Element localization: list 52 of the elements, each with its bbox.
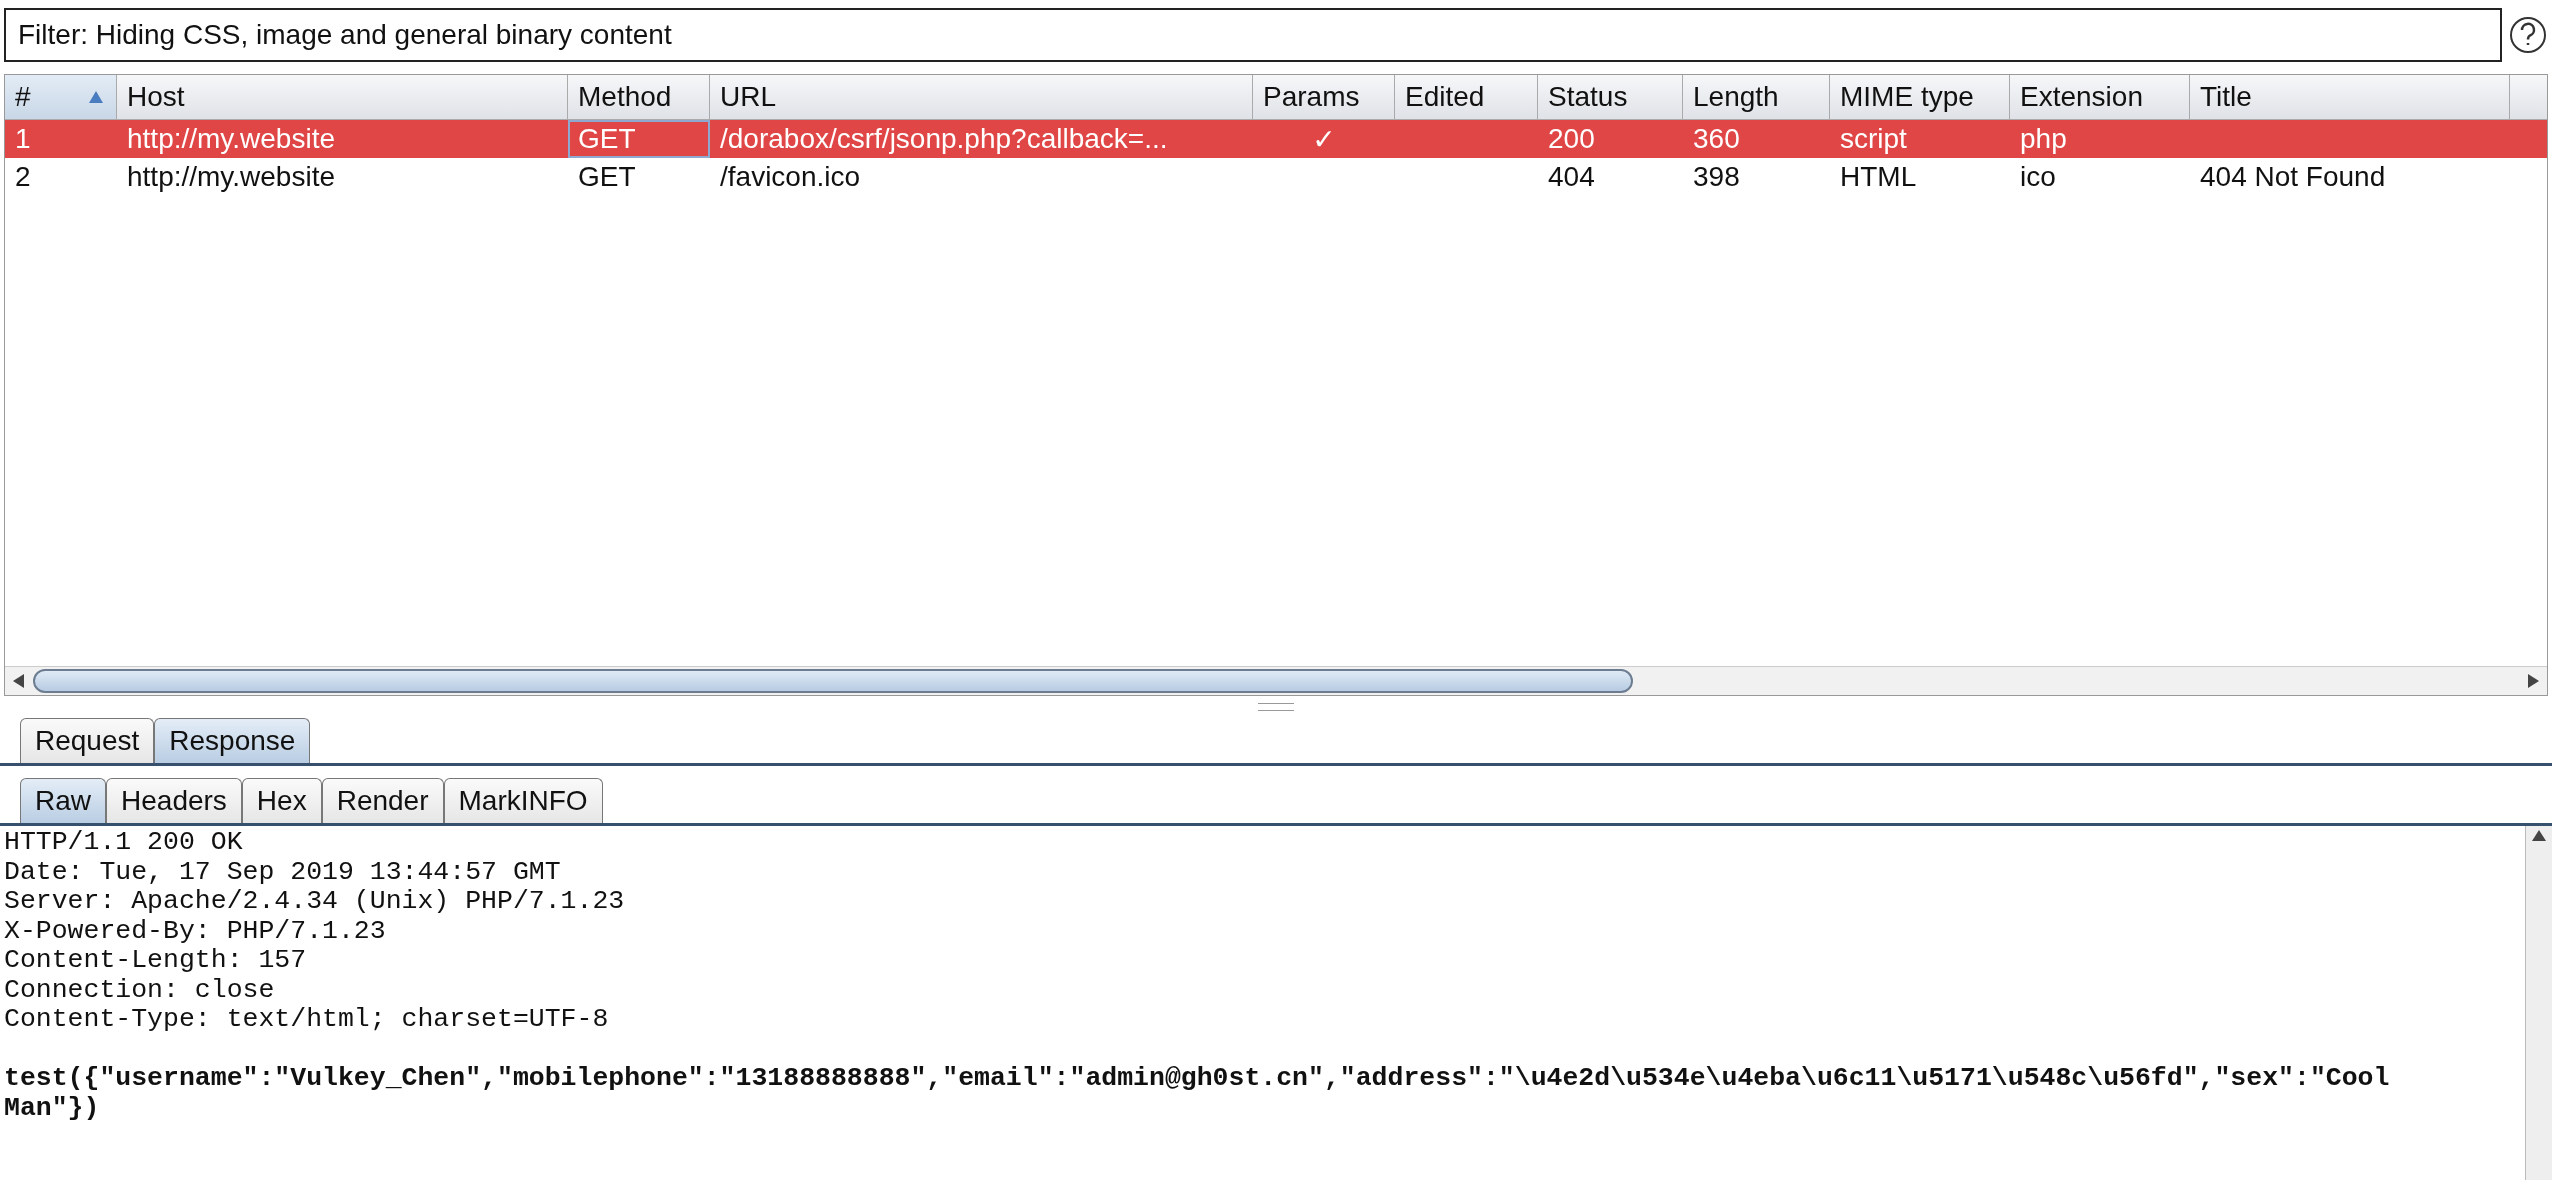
tab[interactable]: Render (321, 778, 444, 823)
column-header[interactable]: Host (117, 75, 568, 119)
table-cell-text: HTML (1839, 160, 1918, 194)
tab[interactable]: Response (154, 718, 311, 763)
table-cell-text: http://my.website (126, 160, 336, 194)
column-header[interactable]: Params (1253, 75, 1395, 119)
column-header[interactable]: URL (710, 75, 1253, 119)
table-cell-text: /dorabox/csrf/jsonp.php?callback=... (719, 122, 1169, 156)
table-cell-text: /favicon.ico (719, 160, 862, 194)
response-header-line: Date: Tue, 17 Sep 2019 13:44:57 GMT (4, 857, 562, 887)
column-header[interactable]: MIME type (1830, 75, 2010, 119)
filter-bar[interactable]: Filter: Hiding CSS, image and general binary content (4, 8, 2502, 62)
request-row[interactable]: 1 http://my.website GET /dorabox/csrf/jsonp.php?callback=... ✓ 200 360 script php (5, 120, 2547, 158)
table-cell-text: 360 (1692, 122, 1741, 156)
sort-up-icon (88, 90, 104, 104)
table-cell-text: 404 (1547, 160, 1596, 194)
column-header[interactable]: Length (1683, 75, 1830, 119)
table-cell-text: script (1839, 122, 1908, 156)
tab[interactable]: Headers (106, 778, 242, 823)
column-header[interactable]: Extension (2010, 75, 2190, 119)
help-icon[interactable] (2508, 15, 2548, 55)
scrollbar-thumb[interactable] (33, 669, 1633, 693)
table-cell-text: 200 (1547, 122, 1596, 156)
table-cell-text: 1 (14, 122, 32, 156)
horizontal-scrollbar[interactable] (5, 666, 2547, 695)
tab[interactable]: Hex (241, 778, 322, 823)
table-cell-text: 2 (14, 160, 32, 194)
response-header-line: Content-Type: text/html; charset=UTF-8 (4, 1005, 610, 1035)
table-cell-text: http://my.website (126, 122, 336, 156)
table-cell-text: php (2019, 122, 2068, 156)
column-header[interactable]: Title (2190, 75, 2510, 119)
response-header-line: X-Powered-By: PHP/7.1.23 (4, 916, 387, 946)
table-cell-text: ✓ (1311, 122, 1337, 157)
column-header[interactable]: # (5, 75, 117, 119)
response-header-line: Content-Length: 157 (4, 946, 308, 976)
tab[interactable]: MarkINFO (443, 778, 603, 823)
column-header[interactable]: Edited (1395, 75, 1538, 119)
response-header-line: Connection: close (4, 975, 276, 1005)
table-cell-text: ico (2019, 160, 2057, 194)
splitter-handle[interactable] (1258, 703, 1294, 711)
column-header[interactable]: Method (568, 75, 710, 119)
table-cell-text: GET (577, 160, 637, 194)
vertical-scrollbar[interactable] (2525, 826, 2552, 1180)
table-cell-text: 404 Not Found (2199, 160, 2387, 194)
table-cell-text: 398 (1692, 160, 1741, 194)
response-header-line: Server: Apache/2.4.34 (Unix) PHP/7.1.23 (4, 887, 626, 917)
response-header-line: HTTP/1.1 200 OK (4, 828, 244, 858)
tab[interactable]: Request (20, 718, 155, 763)
tab[interactable]: Raw (20, 778, 106, 823)
column-header[interactable]: Status (1538, 75, 1683, 119)
table-cell: GET (568, 120, 710, 158)
response-body: test({"username":"Vulkey_Chen","mobilephone":"13188888888","email":"admin@gh0st.cn","address":"\u4e2d\u534e\u4eba\u6c11\u5171\u548c\u56fd","sex":"Cool Man"}) (4, 1064, 2391, 1123)
